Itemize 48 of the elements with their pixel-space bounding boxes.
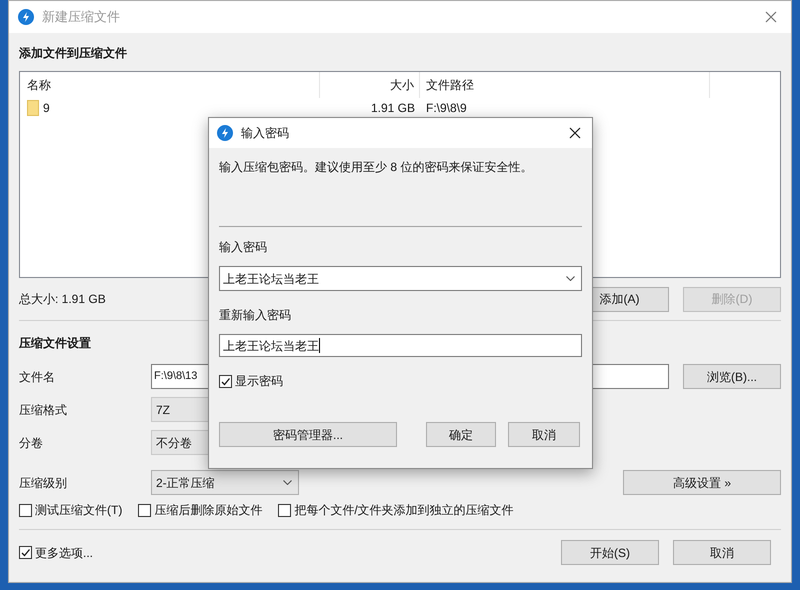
checkbox-label: 测试压缩文件(T) [35,502,122,519]
text-cursor [319,338,320,353]
chevron-down-icon [283,480,292,485]
checkbox-label: 把每个文件/文件夹添加到独立的压缩文件 [294,502,514,519]
column-header[interactable]: 文件路径 [420,72,710,98]
checkbox-label: 压缩后删除原始文件 [154,502,262,519]
folder-icon [27,100,39,116]
check-icon [220,376,231,386]
button[interactable]: 开始(S) [561,540,659,565]
section-heading: 添加文件到压缩文件 [19,45,127,61]
close-icon [569,127,581,139]
section-heading: 压缩文件设置 [19,335,91,351]
password-field[interactable]: 上老王论坛当老王 [219,334,582,357]
file-size: 1.91 GB [370,100,415,117]
field-label: 输入密码 [219,239,267,256]
file-path: F:\9\8\9 [426,101,467,115]
field-label: 分卷 [19,436,43,450]
checkbox-label: 更多选项... [35,544,94,562]
field-label: 压缩格式 [19,402,67,416]
total-size: 总大小: 1.91 GB [19,291,106,308]
field-label: 文件名 [19,370,55,384]
column-header[interactable]: 大小 [320,72,420,98]
check-icon [20,547,31,558]
checkbox-label: 显示密码 [235,373,283,390]
dialog-title: 输入密码 [241,125,289,142]
checkbox[interactable] [19,504,32,516]
checkbox[interactable] [278,504,292,516]
button[interactable]: 取消 [508,422,580,447]
checkbox[interactable] [19,546,32,559]
dropdown[interactable]: 2-正常压缩 [151,470,299,495]
checkbox[interactable] [138,504,152,516]
column-header[interactable]: 名称 [20,72,320,98]
button[interactable]: 密码管理器... [219,422,397,447]
button[interactable]: 高级设置 » [623,470,781,495]
file-name: 9 [43,100,50,117]
app-logo-icon [217,125,233,141]
button[interactable]: 浏览(B)... [683,364,781,389]
window-title: 新建压缩文件 [42,8,120,26]
button[interactable]: 取消 [673,540,771,565]
dialog-message: 输入压缩包密码。建议使用至少 8 位的密码来保证安全性。 [219,159,532,176]
checkbox[interactable] [219,374,232,388]
chevron-down-icon [566,276,575,281]
field-label: 压缩级别 [19,476,67,490]
password-combo[interactable]: 上老王论坛当老王 [219,266,582,291]
close-icon [765,11,777,23]
field-label: 重新输入密码 [219,307,291,324]
app-logo-icon [18,9,34,25]
button[interactable]: 确定 [426,422,496,447]
